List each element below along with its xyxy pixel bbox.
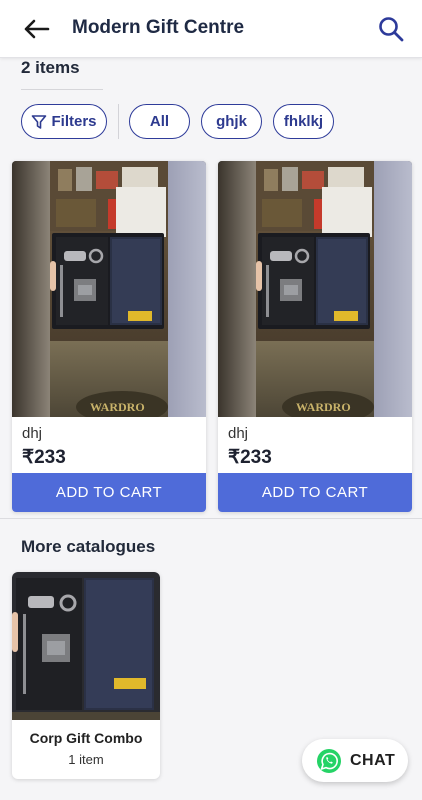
whatsapp-icon (317, 748, 341, 773)
search-icon (379, 17, 404, 42)
product-image[interactable] (12, 161, 206, 417)
divider (0, 518, 422, 519)
filters-label: Filters (51, 113, 97, 130)
section-title: More catalogues (21, 537, 156, 556)
chat-label: CHAT (350, 751, 396, 769)
add-to-cart-button[interactable]: ADD TO CART (12, 473, 206, 512)
product-name: dhj (22, 425, 43, 442)
back-button[interactable] (20, 14, 52, 44)
add-to-cart-button[interactable]: ADD TO CART (218, 473, 412, 512)
divider (21, 89, 103, 90)
page-title: Modern Gift Centre (72, 17, 245, 38)
chip-ghjk[interactable]: ghjk (201, 104, 262, 139)
product-card[interactable]: dhj ₹233 ADD TO CART (12, 161, 206, 512)
arrow-left-icon (24, 19, 50, 39)
app-bar: Modern Gift Centre (0, 0, 422, 58)
catalogue-name: Corp Gift Combo (29, 730, 143, 746)
divider (118, 104, 119, 139)
product-card[interactable]: dhj ₹233 ADD TO CART (218, 161, 412, 512)
product-name: dhj (228, 425, 249, 442)
catalogue-item-count: 1 item (68, 752, 104, 767)
product-image[interactable] (218, 161, 412, 417)
chat-button[interactable]: CHAT (302, 739, 408, 782)
product-price: ₹233 (228, 447, 272, 468)
item-count: 2 items (21, 58, 80, 77)
product-price: ₹233 (22, 447, 66, 468)
filter-icon (32, 114, 47, 129)
chip-all[interactable]: All (129, 104, 190, 139)
catalogue-card[interactable]: Corp Gift Combo 1 item (12, 572, 160, 779)
search-button[interactable] (376, 14, 406, 44)
filters-button[interactable]: Filters (21, 104, 107, 139)
catalogue-image (12, 572, 160, 720)
chip-fhklkj[interactable]: fhklkj (273, 104, 334, 139)
